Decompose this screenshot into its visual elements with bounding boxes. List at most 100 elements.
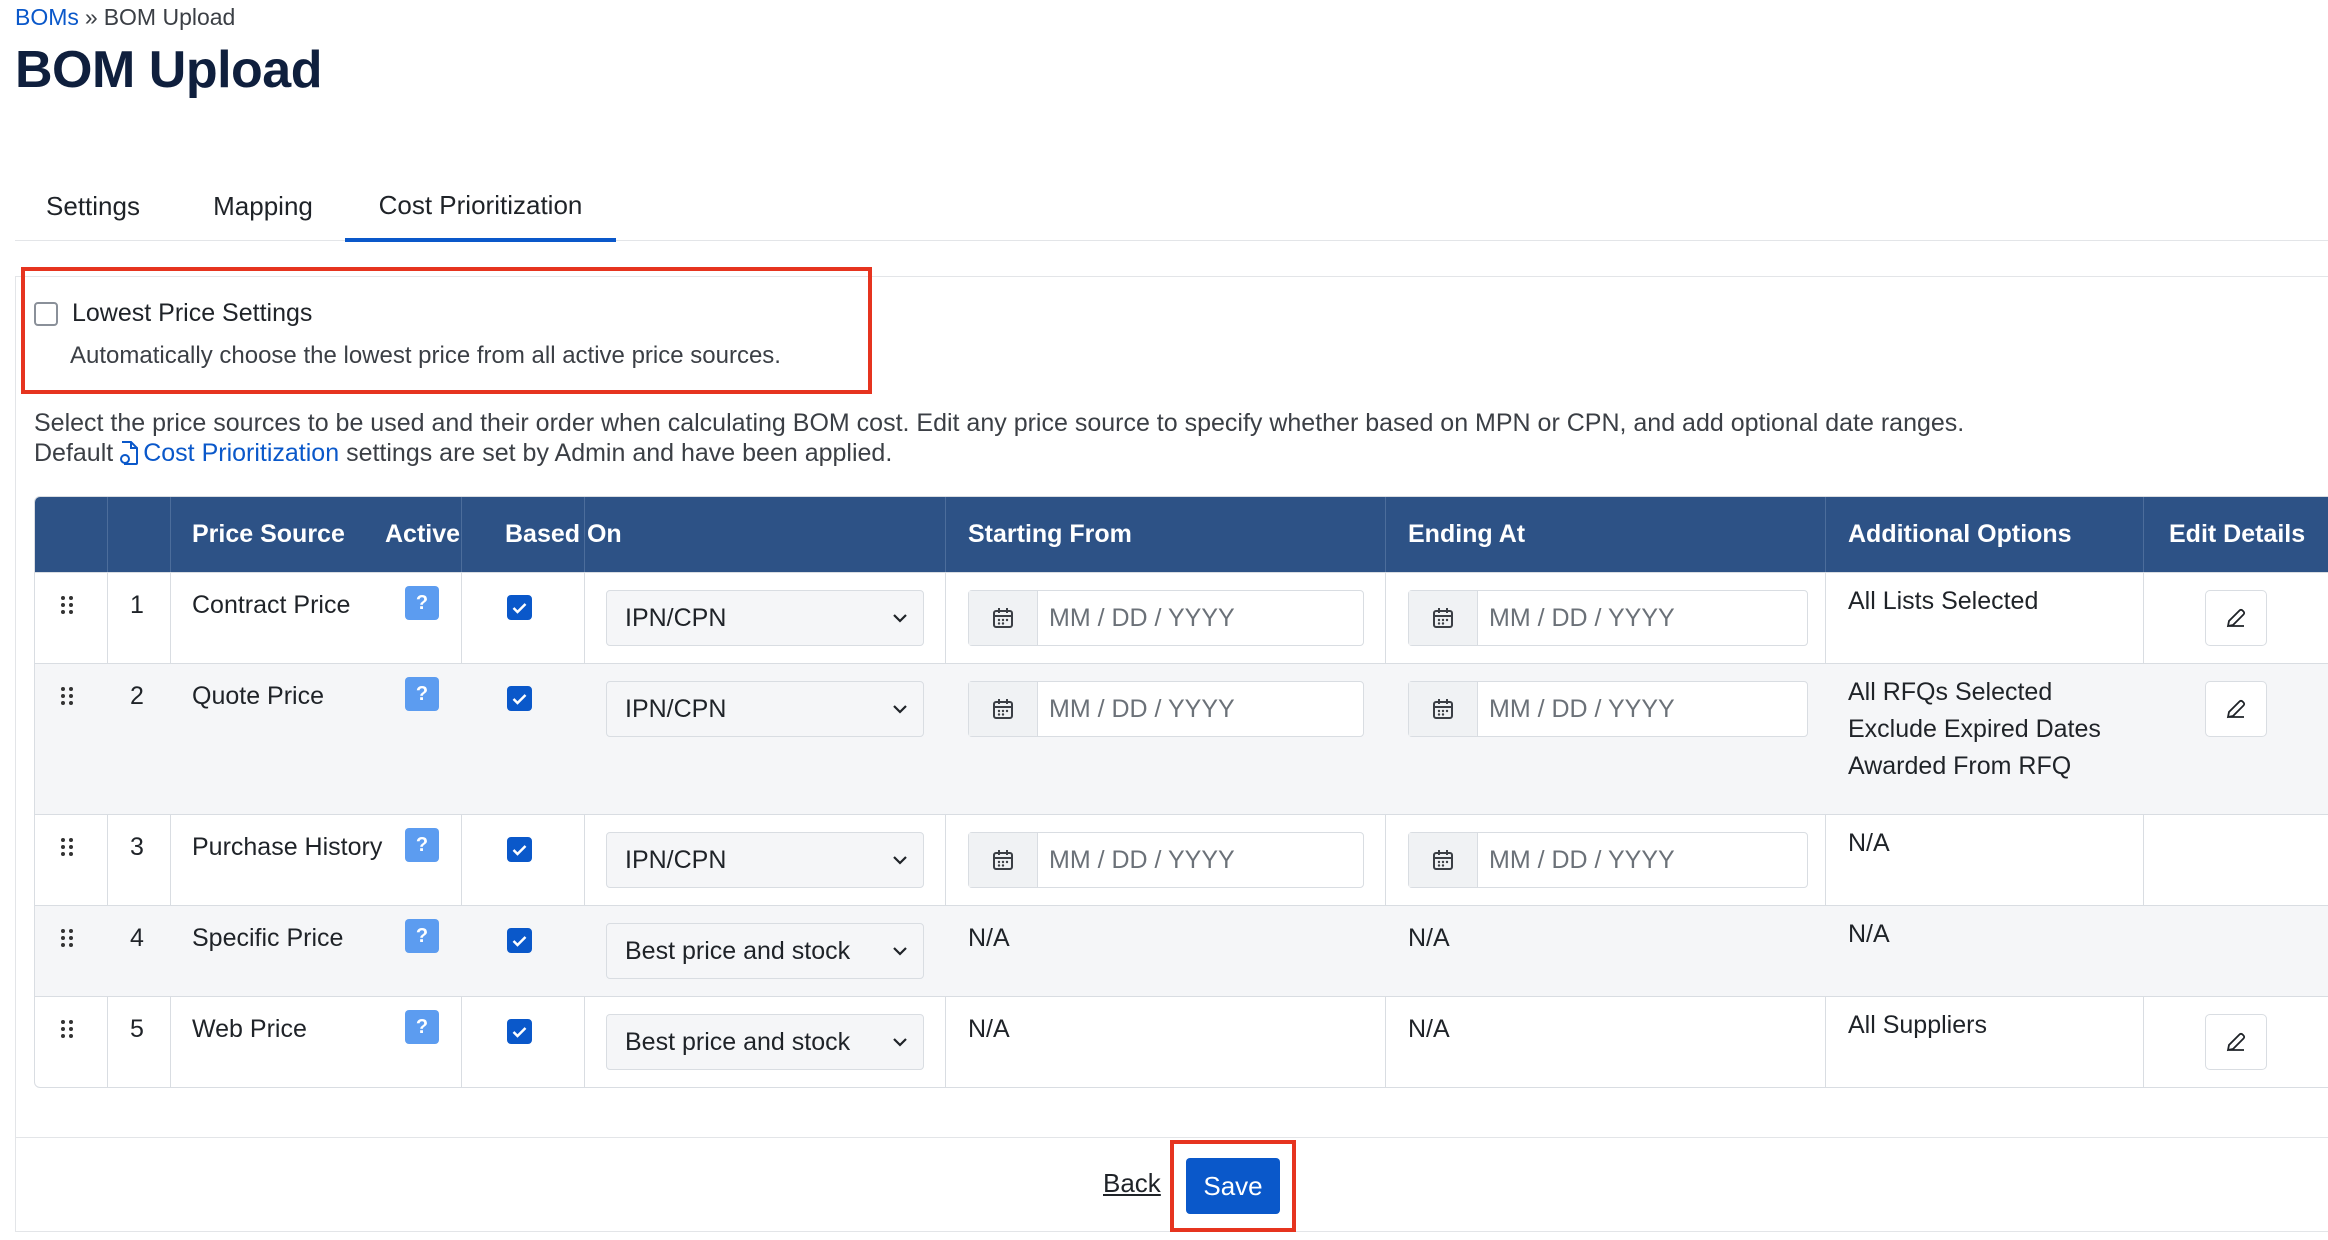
end-date-na: N/A: [1408, 924, 1450, 952]
active-checkbox[interactable]: [507, 1019, 532, 1044]
header-divider: [945, 497, 946, 572]
header-ending-at: Ending At: [1408, 520, 1526, 548]
lowest-price-description: Automatically choose the lowest price fr…: [70, 342, 781, 369]
help-badge[interactable]: ?: [405, 586, 439, 620]
checkmark-icon: [512, 935, 527, 947]
checkmark-icon: [512, 602, 527, 614]
chevron-down-icon: [893, 947, 907, 956]
cost-prioritization-link[interactable]: Cost Prioritization: [143, 439, 339, 467]
row-number: 3: [130, 833, 144, 861]
lowest-price-title: Lowest Price Settings: [72, 299, 313, 327]
tab-cost-prioritization[interactable]: Cost Prioritization: [345, 172, 616, 242]
help-badge[interactable]: ?: [405, 919, 439, 953]
drag-handle-icon[interactable]: [59, 1019, 75, 1039]
chevron-down-icon: [893, 614, 907, 623]
row-number: 5: [130, 1015, 144, 1043]
lowest-price-checkbox[interactable]: [34, 302, 58, 326]
tab-settings[interactable]: Settings: [35, 172, 151, 240]
table-row: 4 Specific Price ? Best price and stock …: [35, 905, 2328, 996]
drag-handle-icon[interactable]: [59, 686, 75, 706]
header-divider: [170, 497, 171, 572]
calendar-icon[interactable]: [969, 682, 1038, 736]
start-date-field: [968, 681, 1364, 737]
based-on-value: Best price and stock: [625, 936, 851, 965]
start-date-field: [968, 832, 1364, 888]
additional-options: All Lists Selected: [1848, 583, 2038, 620]
option-line: N/A: [1848, 920, 1890, 948]
pencil-icon: [2226, 608, 2246, 628]
end-date-field: [1408, 832, 1808, 888]
additional-options: N/A: [1848, 825, 1890, 862]
calendar-icon[interactable]: [1409, 591, 1478, 645]
based-on-value: IPN/CPN: [625, 694, 727, 723]
start-date-input[interactable]: [1049, 694, 1279, 724]
table-row: 5 Web Price ? Best price and stock N/A N…: [35, 996, 2328, 1087]
header-based-on: Based On: [505, 520, 622, 548]
based-on-value: IPN/CPN: [625, 603, 727, 632]
row-number: 4: [130, 924, 144, 952]
start-date-input[interactable]: [1049, 845, 1279, 875]
edit-details-button[interactable]: [2205, 590, 2267, 646]
intro-default-label: Default: [34, 439, 114, 467]
calendar-icon[interactable]: [1409, 833, 1478, 887]
tab-mapping[interactable]: Mapping: [199, 172, 327, 240]
start-date-input[interactable]: [1049, 603, 1279, 633]
based-on-select[interactable]: IPN/CPN: [606, 590, 924, 646]
option-line: Exclude Expired Dates: [1848, 715, 2101, 743]
active-checkbox[interactable]: [507, 928, 532, 953]
header-divider: [107, 497, 108, 572]
edit-details-button[interactable]: [2205, 1014, 2267, 1070]
header-active: Active: [385, 520, 461, 548]
highlight-save-button: [1170, 1140, 1296, 1232]
active-checkbox[interactable]: [507, 837, 532, 862]
price-source-name: Contract Price: [192, 591, 351, 619]
breadcrumb-separator: »: [84, 4, 98, 30]
row-number: 1: [130, 591, 144, 619]
option-line: All Lists Selected: [1848, 587, 2039, 615]
page-title: BOM Upload: [15, 41, 322, 99]
checkmark-icon: [512, 1026, 527, 1038]
based-on-select[interactable]: IPN/CPN: [606, 832, 924, 888]
footer-divider: [15, 1137, 2328, 1138]
based-on-select[interactable]: Best price and stock: [606, 1014, 924, 1070]
help-badge[interactable]: ?: [405, 828, 439, 862]
end-date-field: [1408, 590, 1808, 646]
chevron-down-icon: [893, 1038, 907, 1047]
table-header: Price Source Active Based On Starting Fr…: [35, 497, 2328, 572]
active-checkbox[interactable]: [507, 595, 532, 620]
help-badge[interactable]: ?: [405, 677, 439, 711]
end-date-field: [1408, 681, 1808, 737]
chevron-down-icon: [893, 856, 907, 865]
breadcrumb-boms-link[interactable]: BOMs: [15, 4, 79, 30]
header-additional-options: Additional Options: [1848, 520, 2072, 548]
end-date-input[interactable]: [1489, 845, 1719, 875]
price-source-name: Quote Price: [192, 682, 325, 710]
end-date-input[interactable]: [1489, 694, 1719, 724]
active-checkbox[interactable]: [507, 686, 532, 711]
end-date-input[interactable]: [1489, 603, 1719, 633]
default-settings-note: Default Cost Prioritization settings are …: [34, 439, 892, 468]
header-starting-from: Starting From: [968, 520, 1132, 548]
additional-options: N/A: [1848, 916, 1890, 953]
pencil-icon: [2226, 699, 2246, 719]
header-divider: [1385, 497, 1386, 572]
based-on-select[interactable]: IPN/CPN: [606, 681, 924, 737]
back-link[interactable]: Back: [1103, 1168, 1161, 1199]
calendar-icon[interactable]: [1409, 682, 1478, 736]
edit-details-button[interactable]: [2205, 681, 2267, 737]
drag-handle-icon[interactable]: [59, 837, 75, 857]
start-date-field: [968, 590, 1364, 646]
end-date-na: N/A: [1408, 1015, 1450, 1043]
pencil-icon: [2226, 1032, 2246, 1052]
intro-admin-note: settings are set by Admin and have been …: [346, 439, 893, 467]
drag-handle-icon[interactable]: [59, 595, 75, 615]
start-date-na: N/A: [968, 1015, 1010, 1043]
calendar-icon[interactable]: [969, 833, 1038, 887]
price-source-name: Web Price: [192, 1015, 307, 1043]
drag-handle-icon[interactable]: [59, 928, 75, 948]
calendar-icon[interactable]: [969, 591, 1038, 645]
additional-options: All Suppliers: [1848, 1007, 1987, 1044]
highlight-lowest-price-settings: [21, 267, 872, 394]
help-badge[interactable]: ?: [405, 1010, 439, 1044]
based-on-select[interactable]: Best price and stock: [606, 923, 924, 979]
